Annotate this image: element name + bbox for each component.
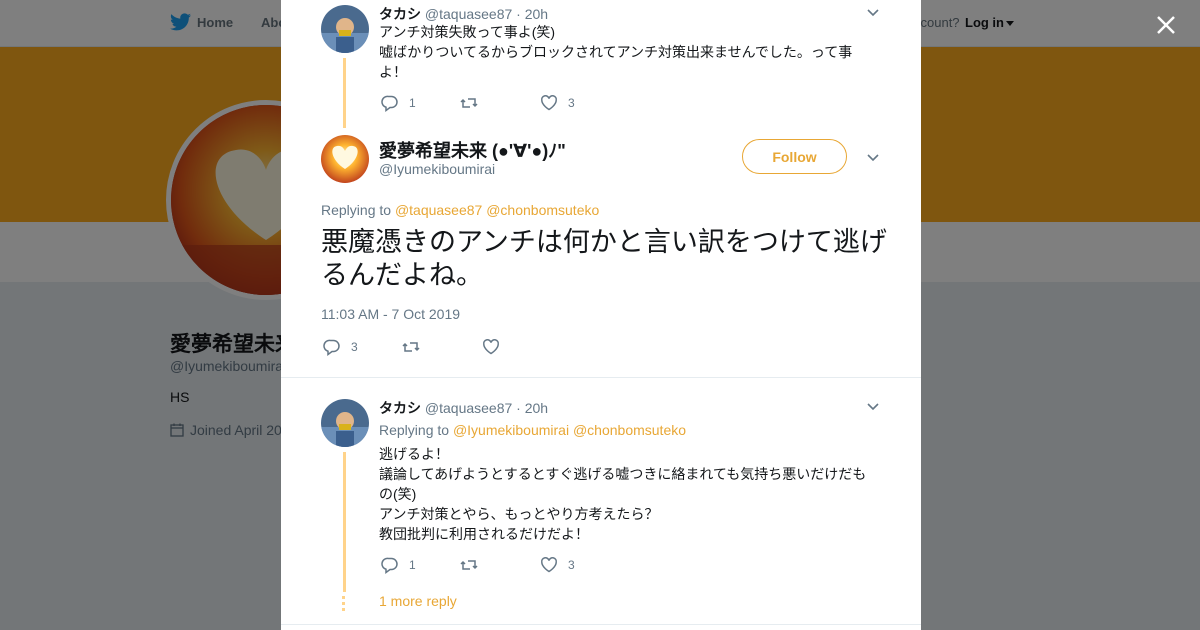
reply-button[interactable]: 3 — [323, 338, 358, 356]
avatar[interactable] — [321, 5, 369, 53]
chevron-down-icon[interactable] — [866, 153, 880, 163]
chevron-down-icon[interactable] — [866, 8, 880, 18]
mention-link[interactable]: @taquasee87 — [395, 202, 482, 218]
reply-button[interactable]: 1 — [381, 556, 416, 574]
mention-link[interactable]: @Iyumekiboumirai — [453, 422, 569, 438]
tweet-line: 教団批判に利用されるだけだよ！ — [379, 526, 589, 542]
user-name[interactable]: タカシ — [379, 400, 421, 416]
reply-count: 1 — [409, 558, 416, 572]
tweet-time[interactable]: 20h — [525, 400, 548, 416]
like-icon — [540, 95, 558, 111]
like-icon — [482, 339, 500, 355]
chevron-down-icon[interactable] — [866, 402, 880, 412]
tweet-line: 議論してあげようとするとすぐ逃げる嘘つきに絡まれても気持ち悪いだけだもの(笑) — [379, 466, 867, 502]
user-handle[interactable]: @taquasee87 — [425, 6, 512, 22]
tweet-time[interactable]: 20h — [525, 6, 548, 22]
mention-link[interactable]: @chonbomsuteko — [486, 202, 599, 218]
follow-label: Follow — [772, 148, 817, 165]
reply-icon — [381, 557, 398, 574]
retweet-button[interactable] — [402, 338, 430, 356]
more-replies-link[interactable]: 1 more reply — [379, 593, 457, 609]
follow-button[interactable]: Follow — [742, 139, 847, 174]
tweet-header: タカシ @taquasee87 · 20h — [379, 398, 548, 418]
tweet-line: 嘘ばかりついてるからブロックされてアンチ対策出来ませんでした。って事よ！ — [379, 44, 853, 80]
main-user-handle[interactable]: @Iyumekiboumirai — [379, 161, 495, 177]
main-user-name[interactable]: 愛夢希望未来 (●'∀'●)ﾉ" — [379, 137, 566, 163]
avatar[interactable] — [321, 399, 369, 447]
reply-count: 3 — [351, 340, 358, 354]
like-count: 3 — [568, 96, 575, 110]
like-button[interactable] — [482, 338, 510, 356]
tweet-line: アンチ対策失敗って事よ(笑) — [379, 24, 556, 40]
replying-prefix: Replying to — [321, 202, 392, 218]
thread-dots — [342, 596, 345, 611]
retweet-icon — [460, 560, 478, 570]
divider — [281, 377, 921, 378]
like-button[interactable]: 3 — [540, 94, 575, 112]
user-name[interactable]: タカシ — [379, 6, 421, 22]
retweet-button[interactable] — [460, 556, 488, 574]
tweet-timestamp[interactable]: 11:03 AM - 7 Oct 2019 — [321, 306, 460, 322]
avatar-image — [321, 5, 369, 53]
avatar[interactable] — [321, 135, 369, 183]
avatar-image — [321, 135, 369, 183]
reply-icon — [323, 339, 340, 356]
retweet-button[interactable] — [460, 94, 488, 112]
replying-to: Replying to @Iyumekiboumirai @chonbomsut… — [379, 422, 686, 438]
avatar-image — [321, 399, 369, 447]
user-name: 愛夢希望未来 (●'∀'●)ﾉ" — [379, 141, 566, 161]
replying-to: Replying to @taquasee87 @chonbomsuteko — [321, 202, 599, 218]
separator-dot: · — [516, 6, 521, 22]
like-button[interactable]: 3 — [540, 556, 575, 574]
thread-line — [343, 452, 346, 592]
like-count: 3 — [568, 558, 575, 572]
retweet-icon — [402, 342, 420, 352]
retweet-icon — [460, 98, 478, 108]
divider — [281, 624, 921, 625]
tweet-header: タカシ @taquasee87 · 20h — [379, 4, 548, 24]
reply-count: 1 — [409, 96, 416, 110]
reply-icon — [381, 95, 398, 112]
mention-link[interactable]: @chonbomsuteko — [573, 422, 686, 438]
reply-button[interactable]: 1 — [381, 94, 416, 112]
separator-dot: · — [516, 400, 521, 416]
tweet-text: 逃げるよ！ 議論してあげようとするとすぐ逃げる嘘つきに絡まれても気持ち悪いだけだ… — [379, 444, 874, 544]
replying-prefix: Replying to — [379, 422, 450, 438]
thread-line — [343, 58, 346, 128]
tweet-text: アンチ対策失敗って事よ(笑) 嘘ばかりついてるからブロックされてアンチ対策出来ま… — [379, 22, 859, 82]
tweet-line: 逃げるよ！ — [379, 446, 449, 462]
close-icon[interactable] — [1153, 12, 1179, 38]
tweet-modal: タカシ @taquasee87 · 20h アンチ対策失敗って事よ(笑) 嘘ばか… — [281, 0, 921, 630]
tweet-line: アンチ対策とやら、もっとやり方考えたら？ — [379, 506, 659, 522]
user-handle[interactable]: @taquasee87 — [425, 400, 512, 416]
like-icon — [540, 557, 558, 573]
main-tweet-text: 悪魔憑きのアンチは何かと言い訳をつけて逃げるんだよね。 — [321, 227, 887, 290]
